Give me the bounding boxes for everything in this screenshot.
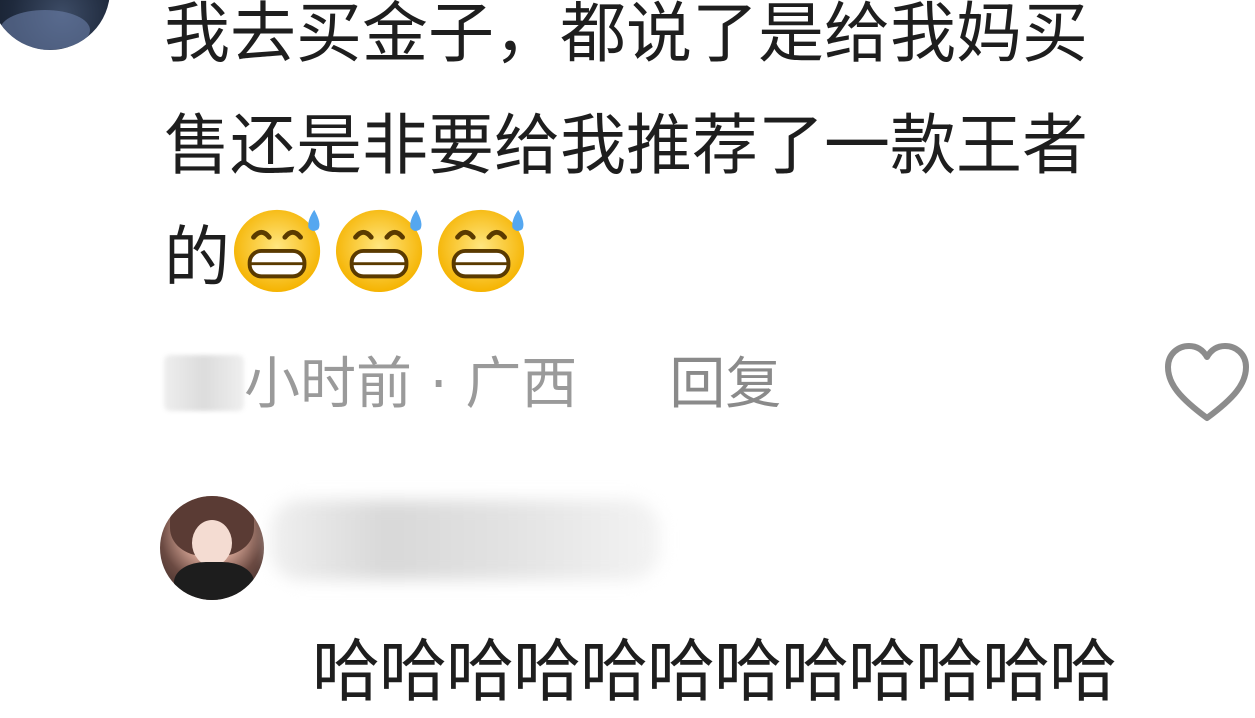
comment-location: 广西: [465, 352, 578, 417]
redacted-hours: [164, 355, 244, 411]
comment-line-1: 我去买金子，都说了是给我妈买: [164, 0, 1088, 72]
comment-line-2: 售还是非要给我推荐了一款王者: [164, 107, 1088, 184]
redacted-reply-username: [270, 500, 660, 580]
comment-body: 我去买金子，都说了是给我妈买 售还是非要给我推荐了一款王者 的: [164, 0, 1255, 314]
reply-avatar[interactable]: [160, 496, 264, 600]
comment-line-3-text: 的: [164, 219, 230, 296]
comment-line-3: 的: [164, 202, 1255, 314]
commenter-avatar[interactable]: [0, 0, 110, 50]
comment-meta: 小时前 · 广西 回复: [164, 350, 781, 420]
sweat-grin-emoji-icon: [434, 202, 532, 294]
reply-body: 哈哈哈哈哈哈哈哈哈哈哈哈: [312, 633, 1117, 712]
reply-button[interactable]: 回复: [669, 352, 781, 417]
meta-separator: ·: [412, 352, 466, 417]
like-button[interactable]: [1162, 340, 1252, 424]
comment-time: 小时前: [244, 352, 412, 417]
sweat-grin-emoji-icon: [230, 202, 328, 294]
sweat-grin-emoji-icon: [332, 202, 430, 294]
heart-outline-icon: [1165, 343, 1249, 421]
